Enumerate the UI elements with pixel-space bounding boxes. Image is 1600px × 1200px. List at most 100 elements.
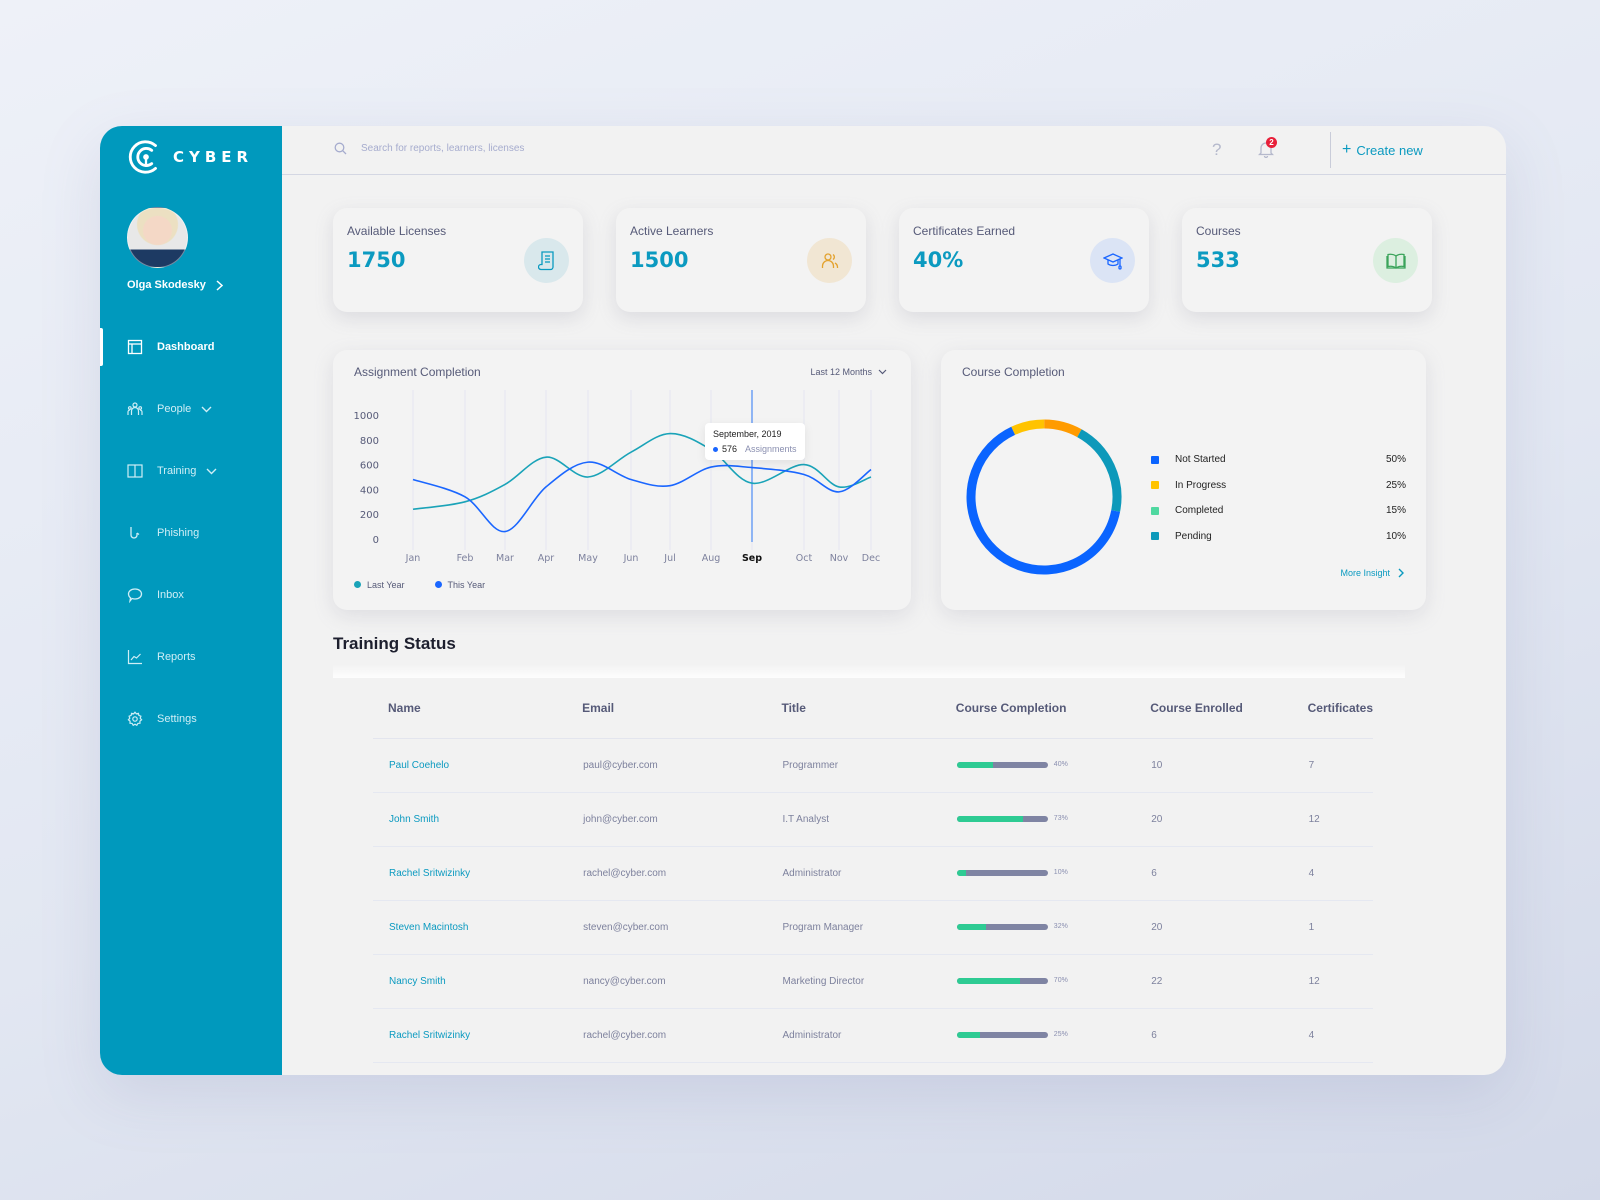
course-donut-chart[interactable]	[959, 412, 1129, 582]
donut-legend: Not Started 50% In Progress 25% Complete…	[1151, 447, 1406, 549]
stat-label: Courses	[1196, 224, 1241, 238]
training-table-container: Name Email Title Course Completion Cours…	[333, 664, 1405, 1075]
chat-bubble-icon	[127, 587, 143, 603]
users-icon	[807, 238, 852, 283]
notifications-button[interactable]: 2	[1257, 137, 1277, 163]
course-enrolled: 6	[1135, 1008, 1293, 1063]
legend-value: 10%	[1385, 530, 1406, 542]
user-profile-link[interactable]: Olga Skodesky	[127, 279, 223, 291]
column-header-email[interactable]: Email	[567, 678, 767, 739]
learner-name-link[interactable]: John Smith	[373, 792, 568, 847]
learner-title: Program Manager	[766, 900, 941, 955]
course-completion-panel: Course Completion Not Started 50% In Pro…	[941, 350, 1426, 610]
assignment-line-chart[interactable]: 0 200 400 600 800 1000 Jan Feb Mar Apr May Jun Jul Au…	[333, 350, 911, 575]
logo[interactable]: CYBER	[127, 138, 253, 176]
certificates-count: 12	[1292, 954, 1373, 1009]
table-row[interactable]: Steven Macintosh steven@cyber.com Program …	[373, 900, 1373, 955]
column-header-name[interactable]: Name	[373, 678, 568, 739]
x-tick-label: Feb	[457, 553, 474, 564]
x-tick-label: Nov	[830, 553, 849, 564]
legend-swatch	[1151, 506, 1159, 515]
legend-item-last-year[interactable]: Last Year	[354, 580, 405, 590]
section-title: Training Status	[333, 634, 456, 653]
course-completion-cell: 25%	[940, 1008, 1136, 1063]
help-icon[interactable]: ?	[1212, 140, 1221, 160]
learner-email: steven@cyber.com	[567, 900, 767, 955]
search-input[interactable]	[361, 143, 621, 154]
y-tick-label: 400	[360, 485, 379, 496]
tooltip-unit: Assignments	[745, 444, 797, 454]
completion-percent: 32%	[1053, 923, 1068, 931]
completion-progress-bar	[956, 923, 1048, 930]
chevron-down-icon	[201, 406, 212, 413]
table-row[interactable]: Rachel Sritwizinky rachel@cyber.com Admini…	[373, 1008, 1373, 1063]
completion-percent: 25%	[1053, 1031, 1068, 1039]
table-row[interactable]: John Smith john@cyber.com I.T Analyst 73% 20…	[373, 792, 1373, 847]
completion-progress-fill	[956, 923, 986, 930]
legend-swatch	[1151, 532, 1159, 541]
sidebar: CYBER Olga Skodesky Dashboard People Tra…	[100, 126, 282, 1075]
stat-card-certificates-earned[interactable]: Certificates Earned 40%	[899, 208, 1149, 312]
stat-label: Active Learners	[630, 224, 714, 238]
sidebar-item-phishing[interactable]: Phishing	[100, 502, 282, 564]
column-header-certificates[interactable]: Certificates	[1292, 678, 1373, 739]
course-enrolled: 10	[1135, 738, 1293, 793]
column-header-course-completion[interactable]: Course Completion	[940, 678, 1136, 739]
donut-segment[interactable]	[959, 412, 1129, 582]
stat-card-available-licenses[interactable]: Available Licenses 1750	[333, 208, 583, 312]
certificates-count: 1	[1292, 900, 1373, 955]
course-completion-cell: 40%	[940, 738, 1136, 793]
stat-card-courses[interactable]: Courses 533	[1182, 208, 1432, 312]
column-header-title[interactable]: Title	[766, 678, 941, 739]
learner-title: Marketing Director	[766, 954, 941, 1009]
x-tick-label: Apr	[538, 553, 555, 564]
donut-segment[interactable]	[959, 412, 1129, 582]
gear-icon	[127, 711, 143, 727]
legend-row-pending: Pending 10%	[1151, 524, 1406, 550]
search-bar	[334, 142, 621, 155]
sidebar-nav: Dashboard People Training Phishing Inbox	[100, 316, 282, 750]
sidebar-item-label: Phishing	[157, 527, 200, 539]
stat-value: 1500	[630, 248, 689, 272]
learner-name-link[interactable]: Paul Coehelo	[373, 738, 568, 793]
sidebar-item-settings[interactable]: Settings	[100, 688, 282, 750]
x-tick-label: Aug	[702, 553, 721, 564]
legend-row-in-progress: In Progress 25%	[1151, 473, 1406, 499]
sidebar-item-training[interactable]: Training	[100, 440, 282, 502]
graduation-cap-icon	[1090, 238, 1135, 283]
table-row[interactable]: Rachel Sritwizinky rachel@cyber.com Admini…	[373, 846, 1373, 901]
y-tick-label: 1000	[354, 411, 379, 422]
create-new-button[interactable]: + Create new	[1342, 141, 1423, 159]
legend-label: Completed	[1175, 505, 1224, 517]
completion-progress-fill	[956, 1031, 980, 1038]
stat-value: 1750	[347, 248, 406, 272]
donut-segment[interactable]	[959, 412, 1129, 582]
chevron-right-icon	[216, 279, 223, 291]
learner-name-link[interactable]: Rachel Sritwizinky	[373, 846, 568, 901]
stat-card-active-learners[interactable]: Active Learners 1500	[616, 208, 866, 312]
column-header-course-enrolled[interactable]: Course Enrolled	[1135, 678, 1293, 739]
completion-progress-fill	[956, 761, 994, 768]
y-tick-label: 800	[360, 436, 379, 447]
avatar[interactable]	[127, 207, 188, 268]
legend-label: Last Year	[367, 580, 405, 590]
legend-label: This Year	[447, 580, 486, 590]
learner-name-link[interactable]: Steven Macintosh	[373, 900, 568, 955]
table-row[interactable]: Paul Coehelo paul@cyber.com Programmer 40% 1…	[373, 738, 1373, 793]
course-enrolled: 6	[1135, 846, 1293, 901]
legend-item-this-year[interactable]: This Year	[434, 580, 486, 590]
certificates-count: 7	[1292, 738, 1373, 793]
donut-segment[interactable]	[959, 412, 1129, 582]
sidebar-item-people[interactable]: People	[100, 378, 282, 440]
sidebar-item-inbox[interactable]: Inbox	[100, 564, 282, 626]
learner-email: paul@cyber.com	[567, 738, 767, 793]
sidebar-item-reports[interactable]: Reports	[100, 626, 282, 688]
series-line-this-year[interactable]	[412, 461, 872, 533]
completion-percent: 73%	[1053, 815, 1068, 823]
learner-name-link[interactable]: Rachel Sritwizinky	[373, 1008, 568, 1063]
more-insight-link[interactable]: More Insight	[1340, 568, 1404, 578]
sidebar-item-dashboard[interactable]: Dashboard	[100, 316, 282, 378]
y-tick-label: 600	[360, 461, 379, 472]
learner-name-link[interactable]: Nancy Smith	[373, 954, 568, 1009]
table-row[interactable]: Nancy Smith nancy@cyber.com Marketing Dire…	[373, 954, 1373, 1009]
